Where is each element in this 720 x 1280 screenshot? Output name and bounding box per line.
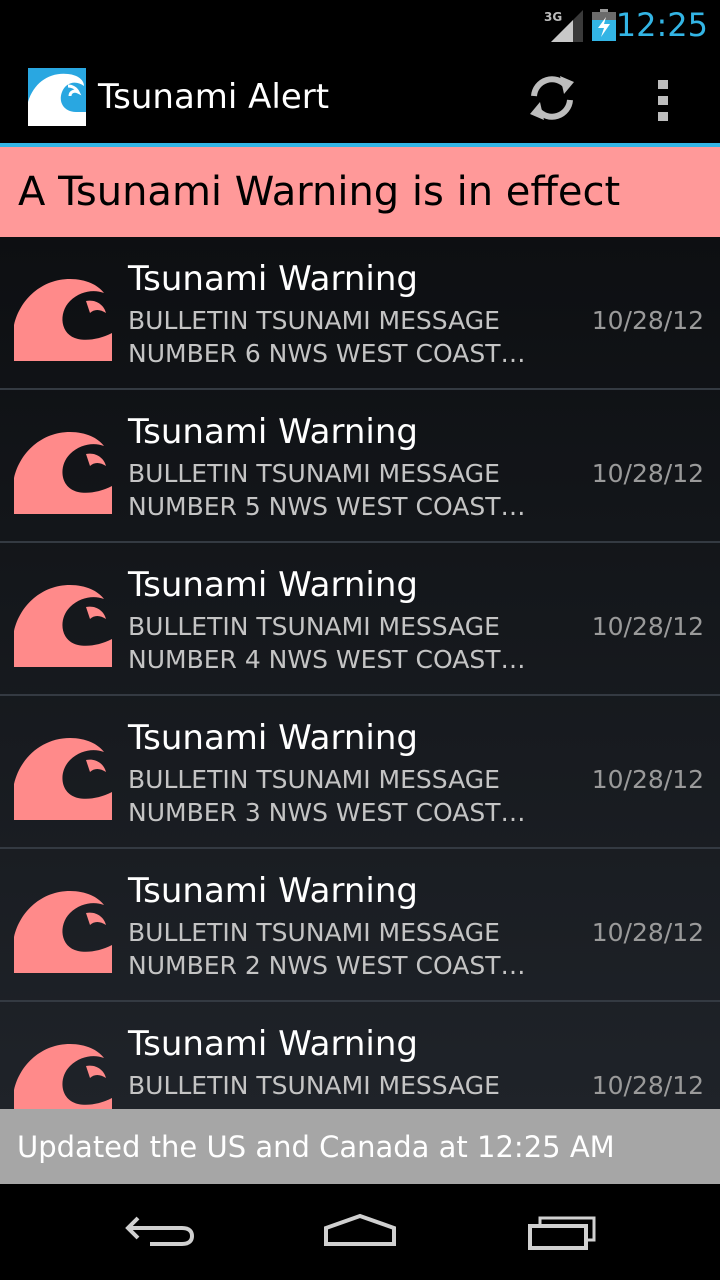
- alert-date: 10/28/12: [591, 612, 704, 641]
- alert-row[interactable]: Tsunami Warning BULLETIN TSUNAMI MESSAGE…: [0, 237, 720, 390]
- refresh-icon: [530, 76, 574, 120]
- warning-banner: A Tsunami Warning is in effect: [0, 147, 720, 237]
- signal-3g-icon: 3G: [544, 10, 583, 42]
- alert-summary-line2: NUMBER 3 NWS WEST COAST…: [128, 798, 526, 827]
- alert-summary-line1: BULLETIN TSUNAMI MESSAGE: [128, 1071, 500, 1100]
- alert-date: 10/28/12: [591, 918, 704, 947]
- alert-row[interactable]: Tsunami Warning BULLETIN TSUNAMI MESSAGE…: [0, 696, 720, 849]
- refresh-button[interactable]: [520, 66, 584, 130]
- alert-summary-line1: BULLETIN TSUNAMI MESSAGE: [128, 918, 500, 947]
- recent-apps-button[interactable]: [522, 1206, 602, 1254]
- alert-summary-line1: BULLETIN TSUNAMI MESSAGE: [128, 612, 500, 641]
- wave-icon: [14, 585, 112, 667]
- home-button[interactable]: [320, 1206, 400, 1254]
- alert-title: Tsunami Warning: [128, 871, 418, 911]
- status-clock: 12:25: [615, 6, 708, 44]
- overflow-menu-button[interactable]: [636, 66, 690, 130]
- alert-summary-line1: BULLETIN TSUNAMI MESSAGE: [128, 306, 500, 335]
- wave-icon: [14, 432, 112, 514]
- alert-summary-line2: NUMBER 4 NWS WEST COAST…: [128, 645, 526, 674]
- alert-title: Tsunami Warning: [128, 565, 418, 605]
- wave-icon: [14, 279, 112, 361]
- alert-row[interactable]: Tsunami Warning BULLETIN TSUNAMI MESSAGE…: [0, 849, 720, 1002]
- home-icon: [324, 1213, 396, 1246]
- alert-summary-line2: NUMBER 5 NWS WEST COAST…: [128, 492, 526, 521]
- overflow-menu-icon: [658, 80, 668, 121]
- alert-date: 10/28/12: [591, 1071, 704, 1100]
- warning-banner-text: A Tsunami Warning is in effect: [18, 169, 621, 215]
- app-title: Tsunami Alert: [98, 77, 330, 117]
- status-bar: 3G 12:25: [0, 0, 720, 50]
- wave-icon: [14, 891, 112, 973]
- alert-date: 10/28/12: [591, 765, 704, 794]
- alert-date: 10/28/12: [591, 459, 704, 488]
- tsunami-logo-icon: [28, 68, 86, 126]
- alert-row[interactable]: Tsunami Warning BULLETIN TSUNAMI MESSAGE…: [0, 390, 720, 543]
- alert-summary-line2: NUMBER 6 NWS WEST COAST…: [128, 339, 526, 368]
- alert-summary-line1: BULLETIN TSUNAMI MESSAGE: [128, 765, 500, 794]
- alert-summary-line1: BULLETIN TSUNAMI MESSAGE: [128, 459, 500, 488]
- action-bar: Tsunami Alert: [0, 50, 720, 147]
- alert-date: 10/28/12: [591, 306, 704, 335]
- network-label: 3G: [544, 10, 562, 24]
- recent-apps-icon: [528, 1216, 596, 1250]
- alert-row[interactable]: Tsunami Warning BULLETIN TSUNAMI MESSAGE…: [0, 543, 720, 696]
- back-button[interactable]: [120, 1206, 200, 1254]
- battery-charging-icon: [592, 9, 616, 41]
- wave-icon: [14, 738, 112, 820]
- alert-title: Tsunami Warning: [128, 1024, 418, 1064]
- alert-title: Tsunami Warning: [128, 412, 418, 452]
- alert-title: Tsunami Warning: [128, 259, 418, 299]
- alert-row[interactable]: Tsunami Warning BULLETIN TSUNAMI MESSAGE…: [0, 1002, 720, 1109]
- update-status-text: Updated the US and Canada at 12:25 AM: [17, 1130, 615, 1164]
- wave-icon: [14, 1044, 112, 1109]
- app-screen: 3G 12:25 Tsunami Alert A Tsunami Warning…: [0, 0, 720, 1280]
- update-status-bar: Updated the US and Canada at 12:25 AM: [0, 1109, 720, 1184]
- back-icon: [125, 1216, 195, 1246]
- alert-list[interactable]: Tsunami Warning BULLETIN TSUNAMI MESSAGE…: [0, 237, 720, 1109]
- alert-title: Tsunami Warning: [128, 718, 418, 758]
- navigation-bar: [0, 1184, 720, 1280]
- alert-summary-line2: NUMBER 2 NWS WEST COAST…: [128, 951, 526, 980]
